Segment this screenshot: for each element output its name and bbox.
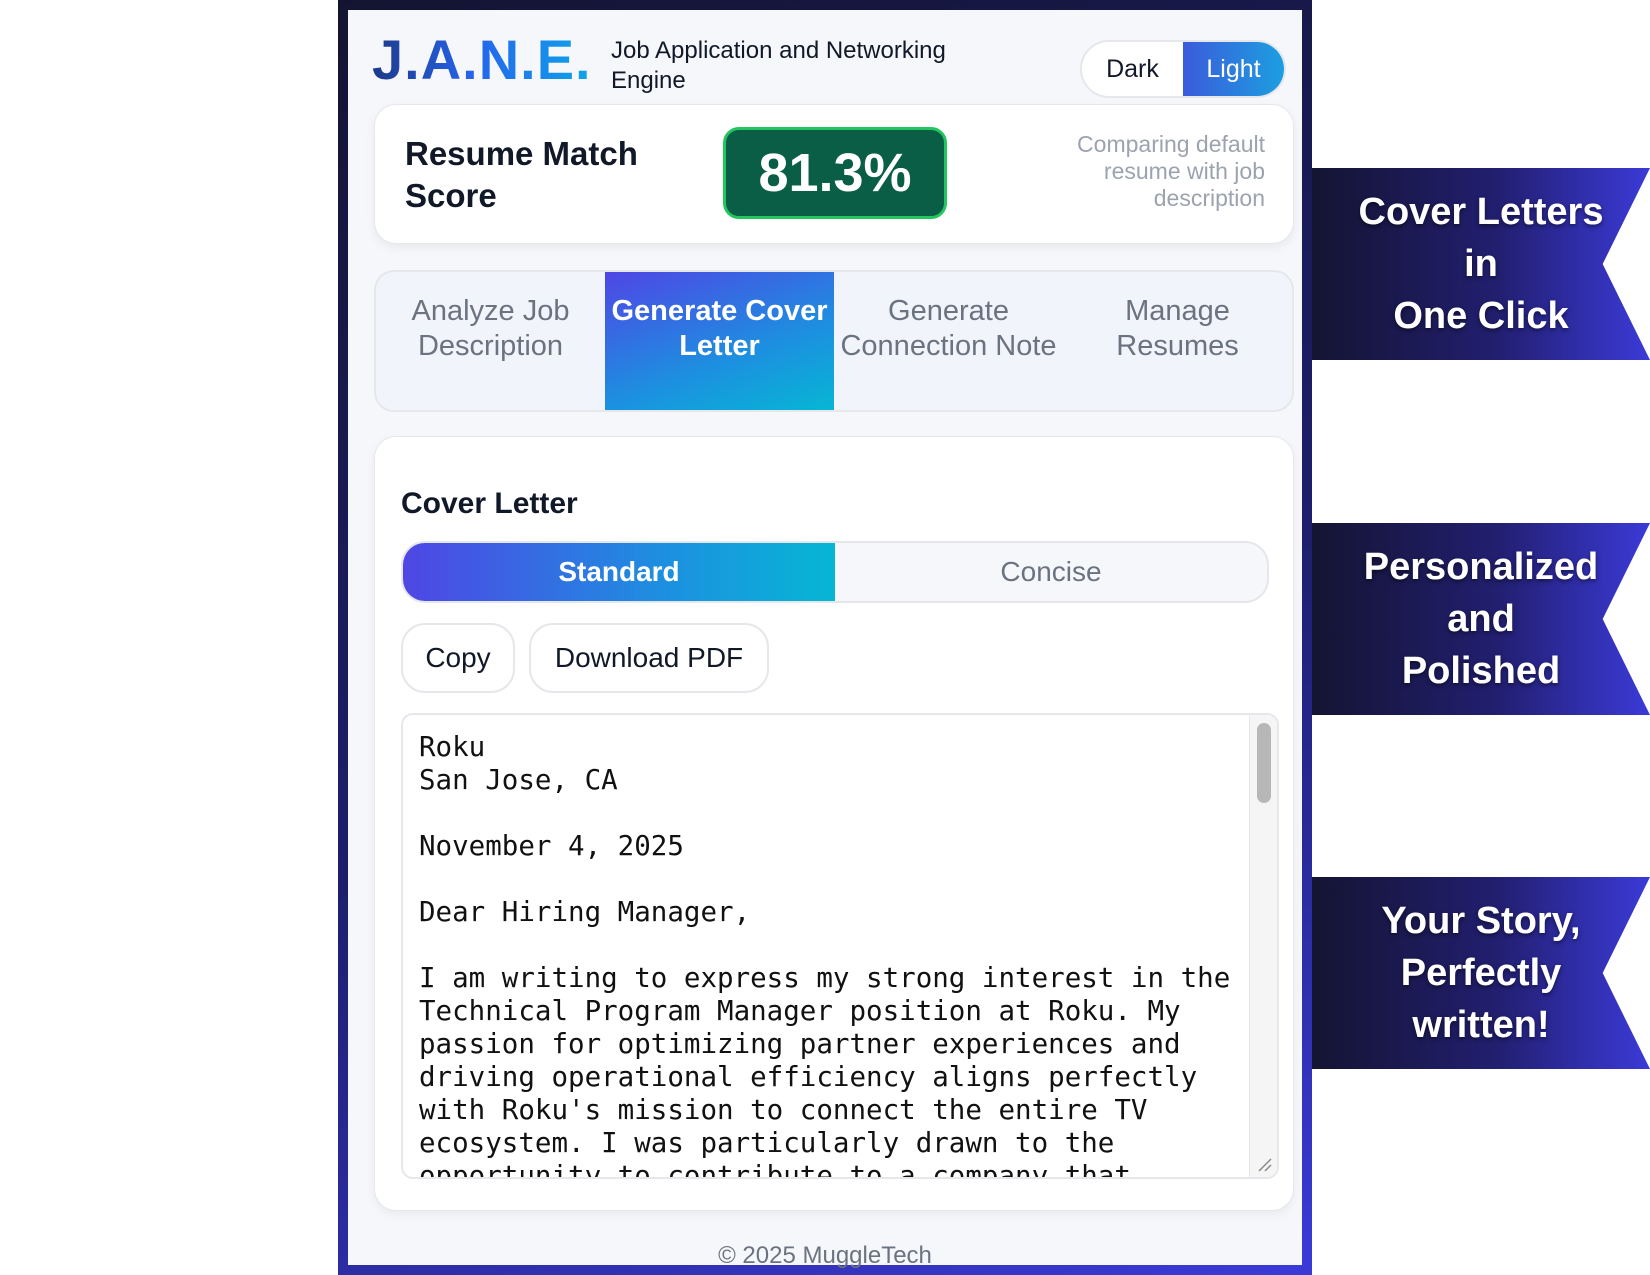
score-value-badge: 81.3%	[723, 127, 947, 219]
download-pdf-button[interactable]: Download PDF	[529, 623, 769, 693]
copy-button[interactable]: Copy	[401, 623, 515, 693]
promo-banner-1: Cover Letters in One Click	[1312, 168, 1650, 360]
scrollbar-thumb[interactable]	[1257, 723, 1271, 803]
main-tabs: Analyze Job Description Generate Cover L…	[374, 270, 1294, 412]
screenshot-stage: J.A.N.E. Job Application and Networking …	[0, 0, 1650, 1275]
app-logo: J.A.N.E.	[372, 28, 592, 91]
promo-banner-1-text: Cover Letters in One Click	[1358, 191, 1604, 337]
letter-style-toggle: Standard Concise	[401, 541, 1269, 603]
app-tagline: Job Application and Networking Engine	[611, 37, 946, 94]
resize-handle-icon[interactable]	[1255, 1155, 1273, 1173]
textarea-scrollbar[interactable]	[1249, 715, 1277, 1177]
promo-banner-3-text: Your Story, Perfectly written!	[1381, 900, 1581, 1046]
footer-copyright: © 2025 MuggleTech	[718, 1242, 932, 1269]
promo-banner-2-text: Personalized and Polished	[1363, 546, 1599, 692]
score-title: Resume Match Score	[405, 135, 638, 214]
tab-connection-note[interactable]: Generate Connection Note	[834, 272, 1063, 410]
cover-letter-card: Cover Letter Standard Concise Copy Downl…	[374, 436, 1294, 1211]
extension-popup: J.A.N.E. Job Application and Networking …	[348, 10, 1302, 1269]
theme-light-button[interactable]: Light	[1183, 42, 1284, 96]
style-concise-button[interactable]: Concise	[835, 543, 1267, 601]
theme-dark-button[interactable]: Dark	[1082, 42, 1183, 96]
header: J.A.N.E. Job Application and Networking …	[348, 24, 1302, 98]
cover-letter-textarea[interactable]: Roku San Jose, CA November 4, 2025 Dear …	[401, 713, 1279, 1179]
tab-cover-letter[interactable]: Generate Cover Letter	[605, 272, 834, 410]
theme-toggle: Dark Light	[1080, 40, 1286, 98]
style-standard-button[interactable]: Standard	[403, 543, 835, 601]
cover-letter-text: Roku San Jose, CA November 4, 2025 Dear …	[419, 731, 1231, 1179]
resume-match-card: Resume Match Score 81.3% Comparing defau…	[374, 104, 1294, 244]
score-note: Comparing default resume with job descri…	[1077, 131, 1265, 211]
tab-manage-resumes[interactable]: Manage Resumes	[1063, 272, 1292, 410]
cover-letter-title: Cover Letter	[401, 487, 578, 520]
extension-frame: J.A.N.E. Job Application and Networking …	[338, 0, 1312, 1275]
promo-banner-2: Personalized and Polished	[1312, 523, 1650, 715]
promo-banner-3: Your Story, Perfectly written!	[1312, 877, 1650, 1069]
tab-analyze-job[interactable]: Analyze Job Description	[376, 272, 605, 410]
